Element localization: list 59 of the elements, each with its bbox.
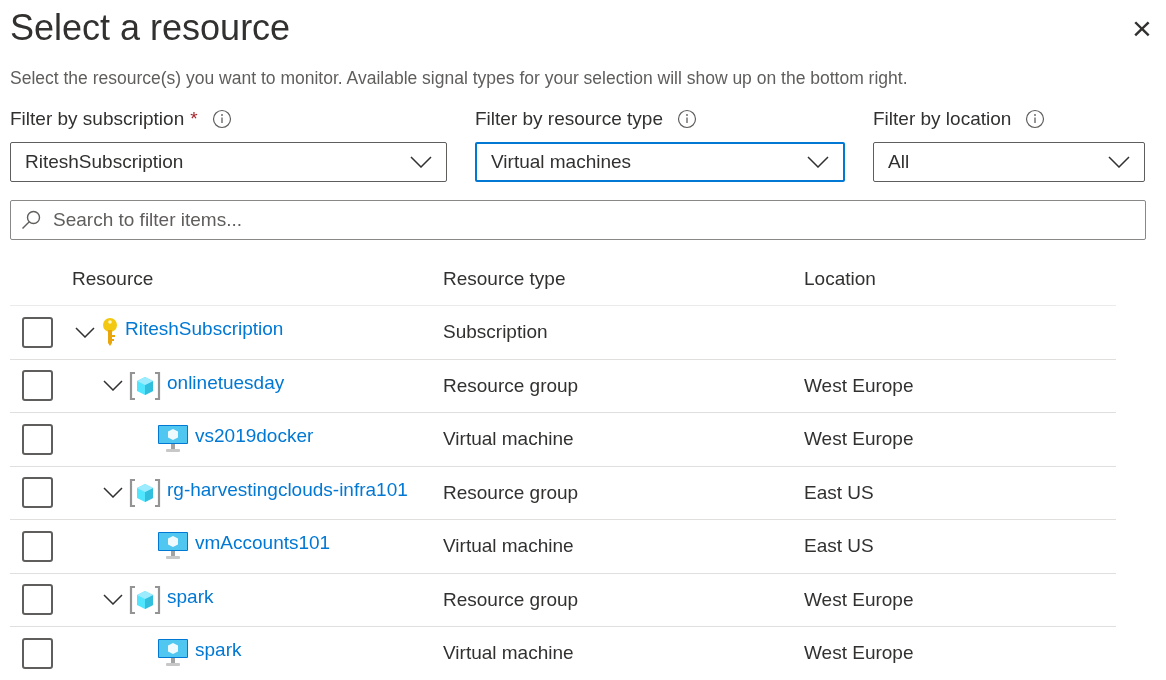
location-text: West Europe <box>804 588 914 610</box>
column-header[interactable]: Location <box>804 268 876 290</box>
resource-type-text: Virtual machine <box>443 428 574 449</box>
resource-link[interactable]: vmAccounts101 <box>195 529 331 558</box>
checkbox[interactable] <box>22 637 53 669</box>
chevron-down-icon[interactable] <box>103 594 123 606</box>
filter-label: Filter by resource type <box>475 106 663 131</box>
resource-type-text: Resource group <box>443 588 579 610</box>
resource-link[interactable]: rg-harvestingclouds-infra101 <box>167 475 408 504</box>
resource-group-icon <box>129 370 161 401</box>
info-icon[interactable] <box>211 109 232 129</box>
resource-type-text: Resource group <box>443 481 579 503</box>
search-field[interactable]: Search to filter items... <box>10 200 1146 240</box>
resource-link[interactable]: onlinetuesday <box>167 368 285 397</box>
info-icon[interactable] <box>676 109 697 129</box>
close-button[interactable]: × <box>1122 8 1162 48</box>
chevron-down-icon[interactable] <box>75 326 95 338</box>
description-text: Select the resource(s) you want to monitor. Available signal types for your selection will show up on the bottom right. <box>10 67 909 90</box>
filter-label: Filter by location <box>873 106 1012 131</box>
search-icon <box>20 209 42 231</box>
chevron-down-icon <box>807 156 829 168</box>
dialog-title: Select a resource <box>10 6 291 50</box>
key-icon <box>101 317 119 348</box>
location-text: West Europe <box>804 642 914 663</box>
checkbox[interactable] <box>22 316 53 348</box>
checkbox[interactable] <box>22 530 53 562</box>
checkbox[interactable] <box>22 423 53 455</box>
resource-link[interactable]: RiteshSubscription <box>125 315 284 344</box>
monitor-icon <box>157 531 189 562</box>
dropdown[interactable]: Virtual machines <box>475 142 845 182</box>
checkbox[interactable] <box>22 477 53 509</box>
location-text: West Europe <box>804 428 914 449</box>
resource-group-icon <box>129 584 161 615</box>
required-mark: * <box>190 106 198 131</box>
location-text: East US <box>804 481 874 503</box>
column-header[interactable]: Resource type <box>443 268 566 290</box>
resource-link[interactable]: vs2019docker <box>195 422 314 451</box>
resource-link[interactable]: spark <box>195 636 242 665</box>
resource-type-text: Resource group <box>443 374 579 396</box>
filter-label: Filter by subscription <box>10 106 185 131</box>
monitor-icon <box>157 424 189 455</box>
checkbox[interactable] <box>22 584 53 616</box>
chevron-down-icon[interactable] <box>103 380 123 392</box>
chevron-down-icon[interactable] <box>103 487 123 499</box>
location-text: West Europe <box>804 374 914 396</box>
resource-group-icon <box>129 477 161 508</box>
monitor-icon <box>157 638 189 669</box>
resource-type-text: Virtual machine <box>443 535 574 556</box>
location-text: East US <box>804 535 874 556</box>
resource-link[interactable]: spark <box>167 582 214 611</box>
dropdown[interactable]: RiteshSubscription <box>10 142 447 182</box>
column-header[interactable]: Resource <box>72 268 154 290</box>
chevron-down-icon <box>1108 156 1130 168</box>
resource-type-text: Virtual machine <box>443 642 574 663</box>
resource-type-text: Subscription <box>443 321 548 342</box>
info-icon[interactable] <box>1025 109 1046 129</box>
checkbox[interactable] <box>22 370 53 402</box>
dropdown[interactable]: All <box>873 142 1145 182</box>
chevron-down-icon <box>410 156 432 168</box>
